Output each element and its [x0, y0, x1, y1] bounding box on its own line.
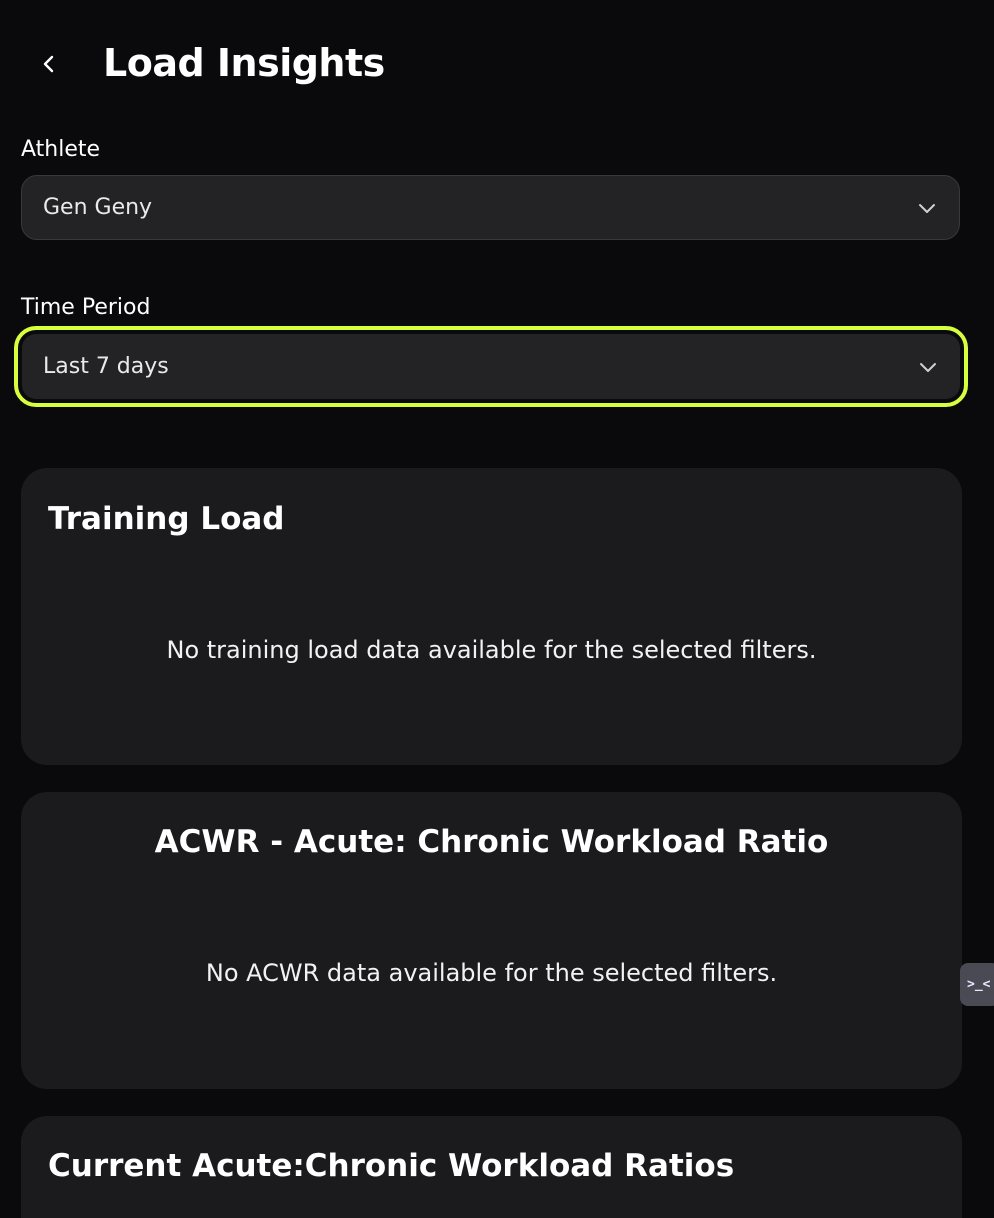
athlete-label: Athlete	[21, 137, 101, 162]
side-tab-glyph: >_<	[967, 977, 991, 992]
training-load-card: Training Load No training load data avai…	[21, 468, 962, 765]
athlete-select-value: Gen Geny	[43, 195, 153, 220]
training-load-title: Training Load	[48, 501, 285, 537]
current-ratios-card: Current Acute:Chronic Workload Ratios	[21, 1116, 962, 1218]
time-period-select[interactable]: Last 7 days	[14, 326, 968, 407]
athlete-select[interactable]: Gen Geny	[21, 175, 960, 240]
back-button[interactable]	[28, 44, 68, 84]
training-load-empty-message: No training load data available for the …	[166, 636, 817, 664]
time-period-label: Time Period	[21, 295, 151, 320]
current-ratios-title: Current Acute:Chronic Workload Ratios	[48, 1148, 735, 1184]
side-tab-button[interactable]: >_<	[960, 963, 994, 1006]
acwr-card: ACWR - Acute: Chronic Workload Ratio No …	[21, 792, 962, 1089]
load-insights-page: Load Insights Athlete Gen Geny Time Peri…	[0, 0, 994, 1218]
chevron-down-icon	[920, 362, 936, 372]
chevron-down-icon	[919, 203, 935, 213]
chevron-left-icon	[43, 55, 54, 73]
time-period-select-value: Last 7 days	[43, 354, 169, 379]
page-title: Load Insights	[103, 41, 385, 85]
header: Load Insights	[0, 0, 994, 128]
acwr-empty-message: No ACWR data available for the selected …	[205, 959, 778, 987]
acwr-title: ACWR - Acute: Chronic Workload Ratio	[154, 824, 829, 860]
